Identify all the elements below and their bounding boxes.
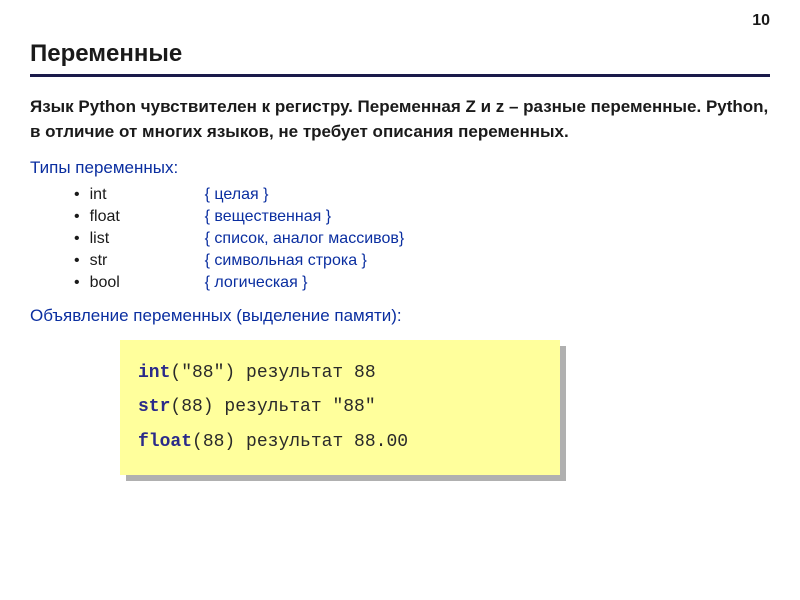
code-result: результат "88" xyxy=(214,397,376,417)
type-desc: { список, аналог массивов} xyxy=(205,230,405,248)
bullet-icon: • xyxy=(74,186,80,204)
code-result: результат 88.00 xyxy=(235,432,408,452)
bullet-icon: • xyxy=(74,208,80,226)
intro-paragraph: Язык Python чувствителен к регистру. Пер… xyxy=(30,95,770,144)
code-arg: (88) xyxy=(192,432,235,452)
code-result: результат 88 xyxy=(235,363,375,383)
types-header: Типы переменных: xyxy=(30,158,770,178)
type-name: str xyxy=(90,252,205,270)
bullet-icon: • xyxy=(74,230,80,248)
list-item: • float { вещественная } xyxy=(74,208,770,226)
bullet-icon: • xyxy=(74,252,80,270)
type-name: bool xyxy=(90,274,205,292)
type-desc: { логическая } xyxy=(205,274,308,292)
type-name: int xyxy=(90,186,205,204)
code-arg: (88) xyxy=(170,397,213,417)
code-func: int xyxy=(138,363,170,383)
code-line: float(88) результат 88.00 xyxy=(138,425,542,459)
types-list: • int { целая } • float { вещественная }… xyxy=(30,186,770,292)
code-box: int("88") результат 88 str(88) результат… xyxy=(120,340,560,475)
list-item: • int { целая } xyxy=(74,186,770,204)
list-item: • str { символьная строка } xyxy=(74,252,770,270)
code-line: str(88) результат "88" xyxy=(138,390,542,424)
code-func: str xyxy=(138,397,170,417)
bullet-icon: • xyxy=(74,274,80,292)
page-number: 10 xyxy=(752,12,770,30)
slide-title: Переменные xyxy=(30,40,770,77)
code-arg: ("88") xyxy=(170,363,235,383)
code-func: float xyxy=(138,432,192,452)
type-desc: { символьная строка } xyxy=(205,252,367,270)
list-item: • bool { логическая } xyxy=(74,274,770,292)
type-name: list xyxy=(90,230,205,248)
list-item: • list { список, аналог массивов} xyxy=(74,230,770,248)
declaration-header: Объявление переменных (выделение памяти)… xyxy=(30,306,770,326)
code-block: int("88") результат 88 str(88) результат… xyxy=(120,340,560,475)
code-line: int("88") результат 88 xyxy=(138,356,542,390)
type-name: float xyxy=(90,208,205,226)
type-desc: { целая } xyxy=(205,186,269,204)
type-desc: { вещественная } xyxy=(205,208,331,226)
